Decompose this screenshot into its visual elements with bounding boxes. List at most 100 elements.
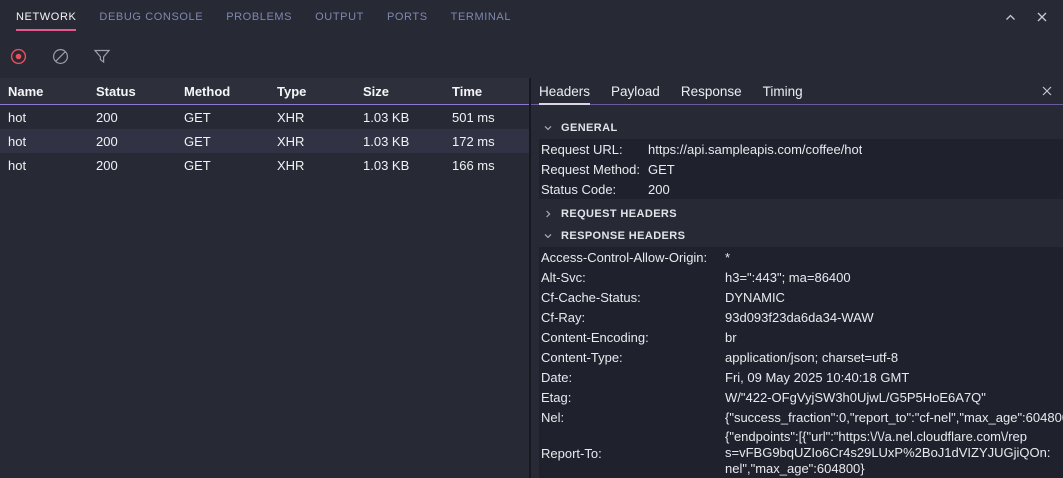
section-header-request-headers[interactable]: REQUEST HEADERS <box>539 203 1063 225</box>
cell-type: XHR <box>277 134 363 149</box>
header-row: Nel: {"success_fraction":0,"report_to":"… <box>541 407 1063 427</box>
cell-type: XHR <box>277 110 363 125</box>
column-header-status[interactable]: Status <box>96 84 184 99</box>
header-row: Cf-Ray: 93d093f23da6da34-WAW <box>541 307 1063 327</box>
requests-table: Name Status Method Type Size Time hot 20… <box>0 78 531 478</box>
response-headers-block: Access-Control-Allow-Origin: * Alt-Svc: … <box>539 247 1063 478</box>
header-value: * <box>725 250 730 265</box>
header-row: Content-Type: application/json; charset=… <box>541 347 1063 367</box>
tab-network-label: NETWORK <box>16 11 76 23</box>
tab-terminal[interactable]: TERMINAL <box>451 0 511 34</box>
cell-time: 166 ms <box>452 158 529 173</box>
header-name: Alt-Svc: <box>541 270 725 285</box>
cell-name: hot <box>8 158 96 173</box>
table-header: Name Status Method Type Size Time <box>0 78 529 105</box>
close-panel-button[interactable] <box>1033 8 1051 26</box>
header-value: br <box>725 330 737 345</box>
header-name: Content-Type: <box>541 350 725 365</box>
section-header-response-headers[interactable]: RESPONSE HEADERS <box>539 225 1063 247</box>
tab-debug-console[interactable]: DEBUG CONSOLE <box>99 0 203 34</box>
header-value: 93d093f23da6da34-WAW <box>725 310 874 325</box>
cell-size: 1.03 KB <box>363 158 452 173</box>
details-tab-bar: Headers Payload Response Timing <box>531 78 1063 105</box>
tab-ports-label: PORTS <box>387 11 428 23</box>
header-value: W/"422-OFgVyjSW3h0UjwL/G5P5HoE6A7Q" <box>725 390 986 405</box>
tab-response-label: Response <box>681 84 742 99</box>
tab-problems[interactable]: PROBLEMS <box>226 0 292 34</box>
header-row: Access-Control-Allow-Origin: * <box>541 247 1063 267</box>
cell-method: GET <box>184 158 277 173</box>
section-title: GENERAL <box>561 122 618 134</box>
tab-headers[interactable]: Headers <box>539 78 590 104</box>
header-value: GET <box>648 162 675 177</box>
cell-status: 200 <box>96 110 184 125</box>
header-value: {"success_fraction":0,"report_to":"cf-ne… <box>725 410 1063 425</box>
header-value: 200 <box>648 182 670 197</box>
header-row: Etag: W/"422-OFgVyjSW3h0UjwL/G5P5HoE6A7Q… <box>541 387 1063 407</box>
column-header-time[interactable]: Time <box>452 84 529 99</box>
chevron-up-icon <box>1004 11 1017 24</box>
tab-terminal-label: TERMINAL <box>451 11 511 23</box>
cell-method: GET <box>184 110 277 125</box>
header-name: Cf-Cache-Status: <box>541 290 725 305</box>
header-name: Access-Control-Allow-Origin: <box>541 250 725 265</box>
tab-debug-console-label: DEBUG CONSOLE <box>99 11 203 23</box>
tab-ports[interactable]: PORTS <box>387 0 428 34</box>
header-value: DYNAMIC <box>725 290 785 305</box>
cell-method: GET <box>184 134 277 149</box>
header-value: application/json; charset=utf-8 <box>725 350 898 365</box>
header-name: Cf-Ray: <box>541 310 725 325</box>
clear-button[interactable] <box>48 44 72 68</box>
tab-output-label: OUTPUT <box>315 11 364 23</box>
cell-name: hot <box>8 110 96 125</box>
header-name: Nel: <box>541 410 725 425</box>
tab-timing[interactable]: Timing <box>763 78 803 104</box>
close-icon <box>1041 85 1053 97</box>
network-panel: NETWORK DEBUG CONSOLE PROBLEMS OUTPUT PO… <box>0 0 1063 478</box>
column-header-name[interactable]: Name <box>8 84 96 99</box>
tab-response[interactable]: Response <box>681 78 742 104</box>
clear-icon <box>52 48 69 65</box>
header-row: Request Method: GET <box>541 159 1063 179</box>
cell-size: 1.03 KB <box>363 110 452 125</box>
header-row: Request URL: https://api.sampleapis.com/… <box>541 139 1063 159</box>
collapse-panel-button[interactable] <box>1001 8 1019 26</box>
chevron-down-icon <box>543 123 553 133</box>
tab-timing-label: Timing <box>763 84 803 99</box>
section-title: REQUEST HEADERS <box>561 208 677 220</box>
window-controls <box>1001 0 1051 34</box>
tab-payload-label: Payload <box>611 84 660 99</box>
table-row[interactable]: hot 200 GET XHR 1.03 KB 166 ms <box>0 153 529 177</box>
section-title: RESPONSE HEADERS <box>561 230 685 242</box>
tab-output[interactable]: OUTPUT <box>315 0 364 34</box>
cell-status: 200 <box>96 134 184 149</box>
column-header-size[interactable]: Size <box>363 84 452 99</box>
table-row[interactable]: hot 200 GET XHR 1.03 KB 501 ms <box>0 105 529 129</box>
panel-tab-bar: NETWORK DEBUG CONSOLE PROBLEMS OUTPUT PO… <box>0 0 1063 34</box>
header-name: Status Code: <box>541 182 648 197</box>
table-row[interactable]: hot 200 GET XHR 1.03 KB 172 ms <box>0 129 529 153</box>
main-split: Name Status Method Type Size Time hot 20… <box>0 78 1063 478</box>
tab-payload[interactable]: Payload <box>611 78 660 104</box>
cell-type: XHR <box>277 158 363 173</box>
header-row: Report-To: {"endpoints":[{"url":"https:\… <box>541 427 1063 478</box>
record-button[interactable] <box>6 44 30 68</box>
header-value: {"endpoints":[{"url":"https:\/\/a.nel.cl… <box>725 427 1051 478</box>
filter-button[interactable] <box>90 44 114 68</box>
details-close-button[interactable] <box>1041 78 1053 104</box>
column-header-type[interactable]: Type <box>277 84 363 99</box>
header-value: https://api.sampleapis.com/coffee/hot <box>648 142 862 157</box>
tab-network[interactable]: NETWORK <box>16 0 76 34</box>
header-value: h3=":443"; ma=86400 <box>725 270 851 285</box>
header-row: Alt-Svc: h3=":443"; ma=86400 <box>541 267 1063 287</box>
cell-time: 172 ms <box>452 134 529 149</box>
chevron-right-icon <box>543 209 553 219</box>
header-row: Date: Fri, 09 May 2025 10:40:18 GMT <box>541 367 1063 387</box>
header-value: Fri, 09 May 2025 10:40:18 GMT <box>725 370 909 385</box>
tab-problems-label: PROBLEMS <box>226 11 292 23</box>
column-header-method[interactable]: Method <box>184 84 277 99</box>
section-header-general[interactable]: GENERAL <box>539 117 1063 139</box>
header-name: Report-To: <box>541 446 725 461</box>
headers-content: GENERAL Request URL: https://api.samplea… <box>531 105 1063 478</box>
general-block: Request URL: https://api.sampleapis.com/… <box>539 139 1063 199</box>
